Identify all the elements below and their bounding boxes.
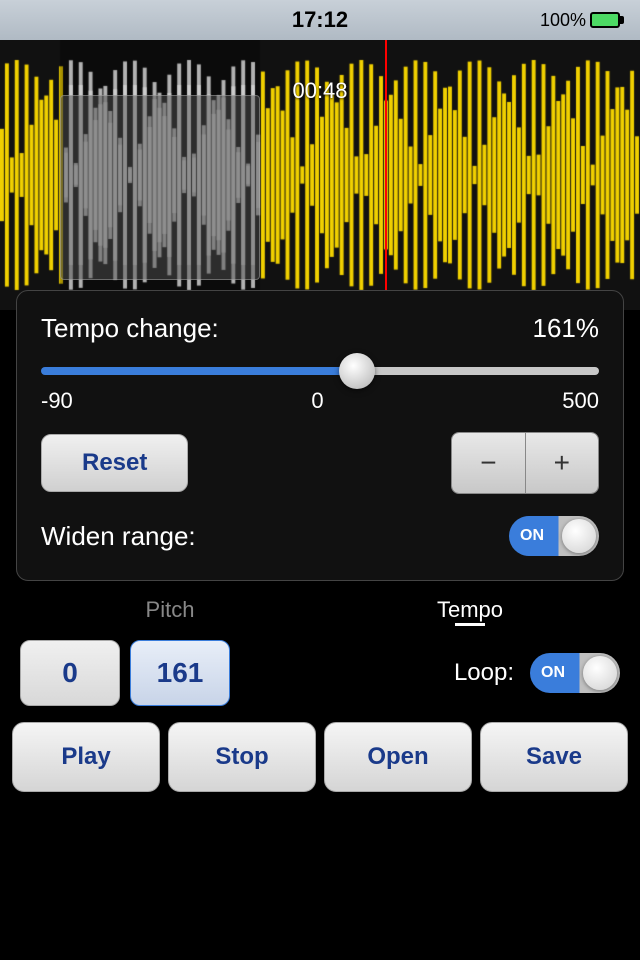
widen-range-label: Widen range: — [41, 521, 196, 552]
tab-tempo[interactable]: Tempo — [320, 589, 620, 634]
loop-label: Loop: — [454, 659, 514, 687]
tempo-slider[interactable] — [41, 367, 599, 375]
widen-row: Widen range: ON — [41, 516, 599, 556]
slider-mid: 0 — [311, 388, 323, 414]
tempo-tab-indicator — [455, 623, 485, 626]
status-bar: 17:12 100% — [0, 0, 640, 40]
loop-row: Loop: ON — [240, 653, 620, 693]
stepper-plus-button[interactable]: + — [526, 433, 598, 493]
open-button[interactable]: Open — [324, 722, 472, 792]
save-button[interactable]: Save — [480, 722, 628, 792]
widen-range-toggle[interactable]: ON — [509, 516, 599, 556]
tab-pitch[interactable]: Pitch — [20, 589, 320, 634]
bottom-tabs: Pitch Tempo — [0, 581, 640, 634]
status-time: 17:12 — [100, 7, 540, 33]
toggle-knob — [562, 519, 596, 553]
playhead-line — [385, 40, 387, 310]
pitch-tempo-row: 0 161 Loop: ON — [0, 634, 640, 714]
slider-labels: -90 0 500 — [41, 388, 599, 414]
slider-max: 500 — [562, 388, 599, 414]
slider-min: -90 — [41, 388, 73, 414]
action-buttons: Play Stop Open Save — [0, 714, 640, 800]
loop-toggle[interactable]: ON — [530, 653, 620, 693]
play-button[interactable]: Play — [12, 722, 160, 792]
panel-header: Tempo change: 161% — [41, 313, 599, 344]
pitch-value-box[interactable]: 0 — [20, 640, 120, 706]
tempo-change-label: Tempo change: — [41, 313, 219, 344]
stepper: − + — [451, 432, 599, 494]
tempo-value-box[interactable]: 161 — [130, 640, 230, 706]
stepper-minus-button[interactable]: − — [452, 433, 525, 493]
tempo-change-value: 161% — [533, 313, 600, 344]
stop-button[interactable]: Stop — [168, 722, 316, 792]
slider-container: -90 0 500 — [41, 362, 599, 414]
tempo-panel: Tempo change: 161% -90 0 500 Reset − + W… — [16, 290, 624, 581]
waveform-area[interactable]: 00:48 — [0, 40, 640, 310]
pitch-tab-indicator — [155, 623, 185, 626]
controls-row: Reset − + — [41, 432, 599, 494]
loop-toggle-knob — [583, 656, 617, 690]
battery-icon — [590, 12, 620, 28]
loop-region[interactable] — [60, 95, 260, 280]
time-display: 00:48 — [292, 78, 347, 104]
status-battery: 100% — [540, 10, 620, 31]
reset-button[interactable]: Reset — [41, 434, 188, 492]
